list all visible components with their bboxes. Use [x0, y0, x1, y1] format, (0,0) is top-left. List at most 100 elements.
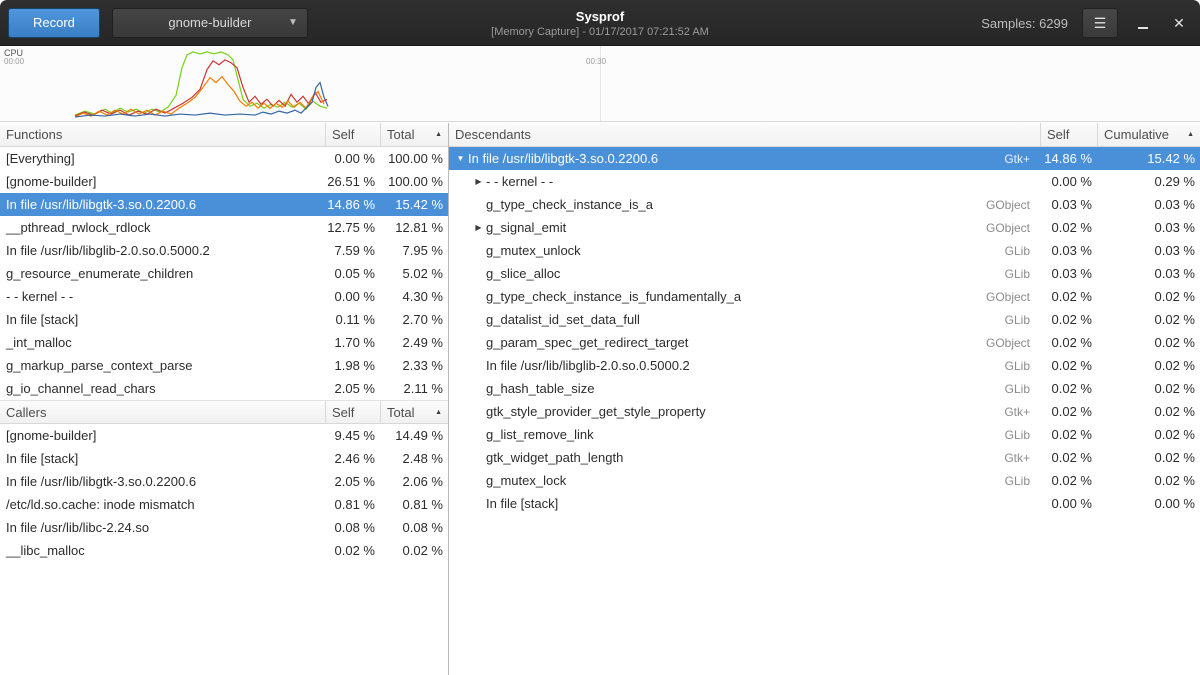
tree-row[interactable]: ▼In file /usr/lib/libgtk-3.so.0.2200.6Gt… — [449, 147, 1200, 170]
hamburger-icon: ☰ — [1094, 15, 1107, 32]
expander-right-icon[interactable]: ▶ — [471, 223, 486, 232]
headerbar: Record gnome-builder ▼ Sysprof [Memory C… — [0, 0, 1200, 46]
row-cumulative-value: 0.03 % — [1097, 220, 1200, 235]
tree-row[interactable]: ▶g_signal_emitGObject0.02 %0.03 % — [449, 216, 1200, 239]
record-button[interactable]: Record — [8, 8, 100, 38]
row-self-value: 0.02 % — [1040, 358, 1097, 373]
row-self-value: 0.02 % — [1040, 450, 1097, 465]
table-row[interactable]: [Everything]0.00 %100.00 % — [0, 147, 448, 170]
functions-total-column-header[interactable]: Total ▲ — [380, 123, 448, 146]
tree-row[interactable]: g_hash_table_sizeGLib0.02 %0.02 % — [449, 377, 1200, 400]
table-row[interactable]: [gnome-builder]9.45 %14.49 % — [0, 424, 448, 447]
row-self-value: 1.98 % — [325, 358, 380, 373]
tree-row[interactable]: g_datalist_id_set_data_fullGLib0.02 %0.0… — [449, 308, 1200, 331]
tree-row[interactable]: g_type_check_instance_is_fundamentally_a… — [449, 285, 1200, 308]
row-category-label: GObject — [986, 221, 1040, 235]
row-total-value: 2.48 % — [380, 451, 448, 466]
row-cumulative-value: 0.02 % — [1097, 427, 1200, 442]
row-self-value: 0.11 % — [325, 312, 380, 327]
tree-row[interactable]: g_type_check_instance_is_aGObject0.03 %0… — [449, 193, 1200, 216]
row-self-value: 0.05 % — [325, 266, 380, 281]
row-self-value: 2.46 % — [325, 451, 380, 466]
process-selector-label: gnome-builder — [168, 15, 251, 30]
row-function-name: - - kernel - - — [0, 289, 325, 304]
tree-row[interactable]: gtk_widget_path_lengthGtk+0.02 %0.02 % — [449, 446, 1200, 469]
row-self-value: 0.03 % — [1040, 197, 1097, 212]
descendants-table-rows: ▼In file /usr/lib/libgtk-3.so.0.2200.6Gt… — [449, 147, 1200, 515]
tree-row[interactable]: ▶- - kernel - -0.00 %0.29 % — [449, 170, 1200, 193]
callers-total-column-header[interactable]: Total ▲ — [380, 401, 448, 423]
cpu-green-line — [75, 52, 327, 115]
descendants-self-column-header[interactable]: Self — [1040, 123, 1097, 146]
process-selector-dropdown[interactable]: gnome-builder ▼ — [112, 8, 308, 38]
row-self-value: 0.03 % — [1040, 266, 1097, 281]
table-row[interactable]: In file [stack]0.11 %2.70 % — [0, 308, 448, 331]
descendants-column-header[interactable]: Descendants — [449, 123, 1040, 146]
row-total-value: 2.33 % — [380, 358, 448, 373]
row-function-name: /etc/ld.so.cache: inode mismatch — [0, 497, 325, 512]
tree-row[interactable]: g_mutex_lockGLib0.02 %0.02 % — [449, 469, 1200, 492]
table-row[interactable]: /etc/ld.so.cache: inode mismatch0.81 %0.… — [0, 493, 448, 516]
row-self-value: 0.03 % — [1040, 243, 1097, 258]
expander-down-icon[interactable]: ▼ — [453, 154, 468, 163]
tree-row[interactable]: In file [stack]0.00 %0.00 % — [449, 492, 1200, 515]
row-function-name: g_list_remove_link — [486, 427, 1005, 442]
samples-count: Samples: 6299 — [981, 16, 1068, 31]
row-cumulative-value: 0.03 % — [1097, 266, 1200, 281]
table-row[interactable]: In file /usr/lib/libgtk-3.so.0.2200.614.… — [0, 193, 448, 216]
tree-row[interactable]: g_list_remove_linkGLib0.02 %0.02 % — [449, 423, 1200, 446]
row-function-name: g_markup_parse_context_parse — [0, 358, 325, 373]
table-row[interactable]: In file /usr/lib/libc-2.24.so0.08 %0.08 … — [0, 516, 448, 539]
table-row[interactable]: In file [stack]2.46 %2.48 % — [0, 447, 448, 470]
row-total-value: 2.06 % — [380, 474, 448, 489]
window-title: Sysprof — [576, 9, 624, 24]
row-function-name: In file [stack] — [0, 451, 325, 466]
minimize-button[interactable] — [1132, 8, 1154, 38]
table-row[interactable]: [gnome-builder]26.51 %100.00 % — [0, 170, 448, 193]
table-row[interactable]: g_resource_enumerate_children0.05 %5.02 … — [0, 262, 448, 285]
row-function-name: In file /usr/lib/libc-2.24.so — [0, 520, 325, 535]
expander-right-icon[interactable]: ▶ — [471, 177, 486, 186]
table-row[interactable]: _int_malloc1.70 %2.49 % — [0, 331, 448, 354]
tree-row[interactable]: g_slice_allocGLib0.03 %0.03 % — [449, 262, 1200, 285]
chevron-down-icon: ▼ — [288, 17, 298, 28]
callers-table-header: Callers Self Total ▲ — [0, 400, 448, 424]
row-cumulative-value: 0.02 % — [1097, 312, 1200, 327]
sort-indicator-icon: ▲ — [1183, 131, 1194, 138]
close-icon: ✕ — [1173, 16, 1185, 30]
table-row[interactable]: __pthread_rwlock_rdlock12.75 %12.81 % — [0, 216, 448, 239]
tree-row[interactable]: In file /usr/lib/libglib-2.0.so.0.5000.2… — [449, 354, 1200, 377]
row-function-name: In file [stack] — [0, 312, 325, 327]
table-row[interactable]: In file /usr/lib/libglib-2.0.so.0.5000.2… — [0, 239, 448, 262]
table-row[interactable]: g_io_channel_read_chars2.05 %2.11 % — [0, 377, 448, 400]
functions-column-header[interactable]: Functions — [0, 123, 325, 146]
table-row[interactable]: In file /usr/lib/libgtk-3.so.0.2200.62.0… — [0, 470, 448, 493]
row-self-value: 0.00 % — [1040, 174, 1097, 189]
row-function-name: [gnome-builder] — [0, 428, 325, 443]
table-row[interactable]: __libc_malloc0.02 %0.02 % — [0, 539, 448, 562]
descendants-cumulative-column-header[interactable]: Cumulative ▲ — [1097, 123, 1200, 146]
row-cumulative-value: 0.00 % — [1097, 496, 1200, 511]
row-function-name: gtk_style_provider_get_style_property — [486, 404, 1004, 419]
functions-self-column-header[interactable]: Self — [325, 123, 380, 146]
row-function-name: g_resource_enumerate_children — [0, 266, 325, 281]
row-function-name: g_hash_table_size — [486, 381, 1005, 396]
tree-row[interactable]: g_mutex_unlockGLib0.03 %0.03 % — [449, 239, 1200, 262]
row-function-name: In file /usr/lib/libgtk-3.so.0.2200.6 — [0, 197, 325, 212]
row-function-name: g_io_channel_read_chars — [0, 381, 325, 396]
table-row[interactable]: g_markup_parse_context_parse1.98 %2.33 % — [0, 354, 448, 377]
tree-row[interactable]: gtk_style_provider_get_style_propertyGtk… — [449, 400, 1200, 423]
callers-column-header[interactable]: Callers — [0, 401, 325, 423]
callers-self-column-header[interactable]: Self — [325, 401, 380, 423]
table-row[interactable]: - - kernel - -0.00 %4.30 % — [0, 285, 448, 308]
row-function-name: In file [stack] — [486, 496, 1030, 511]
row-self-value: 0.81 % — [325, 497, 380, 512]
close-button[interactable]: ✕ — [1168, 8, 1190, 38]
row-cumulative-value: 0.02 % — [1097, 335, 1200, 350]
descendants-table-header: Descendants Self Cumulative ▲ — [449, 123, 1200, 147]
menu-button[interactable]: ☰ — [1082, 8, 1118, 38]
cpu-graph-area[interactable]: CPU 00:00 00:30 — [0, 46, 1200, 122]
row-cumulative-value: 0.03 % — [1097, 243, 1200, 258]
window-subtitle: [Memory Capture] - 01/17/2017 07:21:52 A… — [491, 26, 709, 38]
tree-row[interactable]: g_param_spec_get_redirect_targetGObject0… — [449, 331, 1200, 354]
